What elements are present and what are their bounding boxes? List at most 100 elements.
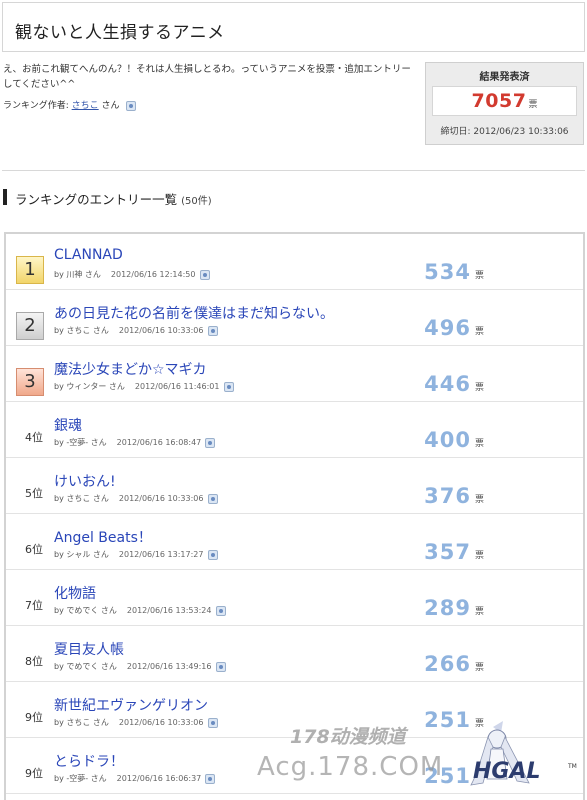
entry-date: 2012/06/16 13:17:27 bbox=[118, 550, 204, 559]
entry-date: 2012/06/16 13:53:24 bbox=[126, 606, 212, 615]
entry-list: 1 CLANNAD by 川神 さん 2012/06/16 12:14:50 53… bbox=[4, 232, 585, 800]
entry-meta: by 川神 さん 2012/06/16 12:14:50 bbox=[54, 269, 210, 280]
list-item: 8位 夏目友人帳 by でめでく さん 2012/06/16 13:49:16 2… bbox=[6, 626, 583, 682]
votes-unit: 票 bbox=[475, 663, 485, 673]
entry-votes: 496 bbox=[424, 316, 471, 340]
total-votes-unit: 票 bbox=[528, 100, 538, 110]
entry-count: (50件) bbox=[181, 196, 212, 207]
info-icon[interactable] bbox=[205, 773, 216, 784]
entry-author[interactable]: by ウィンター さん bbox=[54, 382, 125, 391]
votes-unit: 票 bbox=[475, 607, 485, 617]
info-icon[interactable] bbox=[215, 661, 226, 672]
entry-author[interactable]: by -空夢- さん bbox=[54, 438, 107, 447]
votes-unit: 票 bbox=[475, 271, 485, 281]
rank-label: 5位 bbox=[25, 487, 43, 500]
rank-label: 4位 bbox=[25, 431, 43, 444]
votes-unit: 票 bbox=[475, 551, 485, 561]
heading-bar bbox=[3, 189, 7, 205]
entry-title-link[interactable]: Angel Beats！ bbox=[54, 527, 152, 547]
entry-meta: by さちこ さん 2012/06/16 10:33:06 bbox=[54, 325, 218, 336]
rank-label: 8位 bbox=[25, 655, 43, 668]
entry-date: 2012/06/16 16:08:47 bbox=[116, 438, 202, 447]
entry-date: 2012/06/16 10:33:06 bbox=[118, 718, 204, 727]
entry-title-link[interactable]: 魔法少女まどか☆マギカ bbox=[54, 359, 207, 379]
ranking-description: え、お前これ観てへんのん？！それは人生損しとるわ。っていうアニメを投票・追加エン… bbox=[3, 64, 411, 90]
entry-title-link[interactable]: 新世紀エヴァンゲリオン bbox=[54, 695, 208, 715]
author-label: ランキング作者: bbox=[3, 101, 69, 111]
list-item: 7位 化物語 by でめでく さん 2012/06/16 13:53:24 289… bbox=[6, 570, 583, 626]
entry-votes: 251 bbox=[424, 764, 471, 788]
result-box: 結果発表済 7057 票 締切日: 2012/06/23 10:33:06 bbox=[425, 62, 584, 145]
entry-votes: 534 bbox=[424, 260, 471, 284]
result-count-box: 7057 票 bbox=[432, 86, 577, 116]
deadline: 締切日: 2012/06/23 10:33:06 bbox=[440, 127, 569, 137]
entry-meta: by さちこ さん 2012/06/16 10:33:06 bbox=[54, 493, 218, 504]
page-header: 観ないと人生損するアニメ bbox=[2, 2, 585, 52]
list-item: 9位 とらドラ！ by -空夢- さん 2012/06/16 16:06:37 2… bbox=[6, 738, 583, 794]
entry-date: 2012/06/16 10:33:06 bbox=[118, 494, 204, 503]
entry-votes: 446 bbox=[424, 372, 471, 396]
entry-meta: by でめでく さん 2012/06/16 13:49:16 bbox=[54, 661, 226, 672]
entry-date: 2012/06/16 11:46:01 bbox=[134, 382, 220, 391]
rank-label: 9位 bbox=[25, 711, 43, 724]
rank-label: 6位 bbox=[25, 543, 43, 556]
entry-author[interactable]: by でめでく さん bbox=[54, 662, 117, 671]
entry-title-link[interactable]: 夏目友人帳 bbox=[54, 639, 124, 659]
entry-author[interactable]: by さちこ さん bbox=[54, 326, 109, 335]
info-icon[interactable] bbox=[207, 549, 218, 560]
votes-unit: 票 bbox=[475, 383, 485, 393]
entry-meta: by さちこ さん 2012/06/16 10:33:06 bbox=[54, 717, 218, 728]
entry-meta: by でめでく さん 2012/06/16 13:53:24 bbox=[54, 605, 226, 616]
total-votes: 7057 bbox=[471, 90, 527, 112]
entry-meta: by シャル さん 2012/06/16 13:17:27 bbox=[54, 549, 218, 560]
list-item: 2 あの日見た花の名前を僕達はまだ知らない。 by さちこ さん 2012/06/… bbox=[6, 290, 583, 346]
votes-unit: 票 bbox=[475, 327, 485, 337]
entry-author[interactable]: by 川神 さん bbox=[54, 270, 101, 279]
rank-badge-bronze: 3 bbox=[16, 368, 44, 396]
profile-icon[interactable] bbox=[126, 100, 137, 111]
info-icon[interactable] bbox=[207, 493, 218, 504]
votes-unit: 票 bbox=[475, 439, 485, 449]
info-icon[interactable] bbox=[207, 325, 218, 336]
entry-votes: 266 bbox=[424, 652, 471, 676]
entry-votes: 251 bbox=[424, 708, 471, 732]
entry-votes: 357 bbox=[424, 540, 471, 564]
entry-author[interactable]: by でめでく さん bbox=[54, 606, 117, 615]
info-icon[interactable] bbox=[205, 437, 216, 448]
entry-author[interactable]: by シャル さん bbox=[54, 550, 109, 559]
page-title: 観ないと人生損するアニメ bbox=[15, 23, 225, 43]
entry-votes: 289 bbox=[424, 596, 471, 620]
info-icon[interactable] bbox=[207, 717, 218, 728]
entry-meta: by -空夢- さん 2012/06/16 16:06:37 bbox=[54, 773, 216, 784]
entry-title-link[interactable]: あの日見た花の名前を僕達はまだ知らない。 bbox=[54, 303, 334, 323]
divider bbox=[2, 170, 585, 171]
author-link[interactable]: さちこ bbox=[72, 101, 99, 111]
entry-votes: 400 bbox=[424, 428, 471, 452]
votes-unit: 票 bbox=[475, 495, 485, 505]
info-icon[interactable] bbox=[215, 605, 226, 616]
entry-author[interactable]: by さちこ さん bbox=[54, 494, 109, 503]
info-icon[interactable] bbox=[223, 381, 234, 392]
section-title: ランキングのエントリー一覧 bbox=[15, 192, 178, 207]
list-item: 5位 けいおん! by さちこ さん 2012/06/16 10:33:06 37… bbox=[6, 458, 583, 514]
rank-badge-gold: 1 bbox=[16, 256, 44, 284]
rank-label: 9位 bbox=[25, 767, 43, 780]
entry-author[interactable]: by -空夢- さん bbox=[54, 774, 107, 783]
entry-date: 2012/06/16 13:49:16 bbox=[126, 662, 212, 671]
author-suffix: さん bbox=[101, 101, 120, 111]
entry-meta: by ウィンター さん 2012/06/16 11:46:01 bbox=[54, 381, 234, 392]
list-item: 6位 Angel Beats！ by シャル さん 2012/06/16 13:1… bbox=[6, 514, 583, 570]
result-title: 結果発表済 bbox=[479, 72, 530, 83]
list-item: 3 魔法少女まどか☆マギカ by ウィンター さん 2012/06/16 11:4… bbox=[6, 346, 583, 402]
entry-title-link[interactable]: CLANNAD bbox=[54, 247, 123, 263]
info-icon[interactable] bbox=[199, 269, 210, 280]
entry-author[interactable]: by さちこ さん bbox=[54, 718, 109, 727]
entry-title-link[interactable]: 化物語 bbox=[54, 583, 96, 603]
entry-title-link[interactable]: とらドラ！ bbox=[54, 751, 124, 771]
entry-title-link[interactable]: けいおん! bbox=[54, 471, 116, 491]
author-line: ランキング作者: さちこ さん bbox=[3, 98, 137, 111]
entry-title-link[interactable]: 銀魂 bbox=[54, 415, 82, 435]
entry-date: 2012/06/16 16:06:37 bbox=[116, 774, 202, 783]
entry-meta: by -空夢- さん 2012/06/16 16:08:47 bbox=[54, 437, 216, 448]
list-item: 9位 新世紀エヴァンゲリオン by さちこ さん 2012/06/16 10:33… bbox=[6, 682, 583, 738]
